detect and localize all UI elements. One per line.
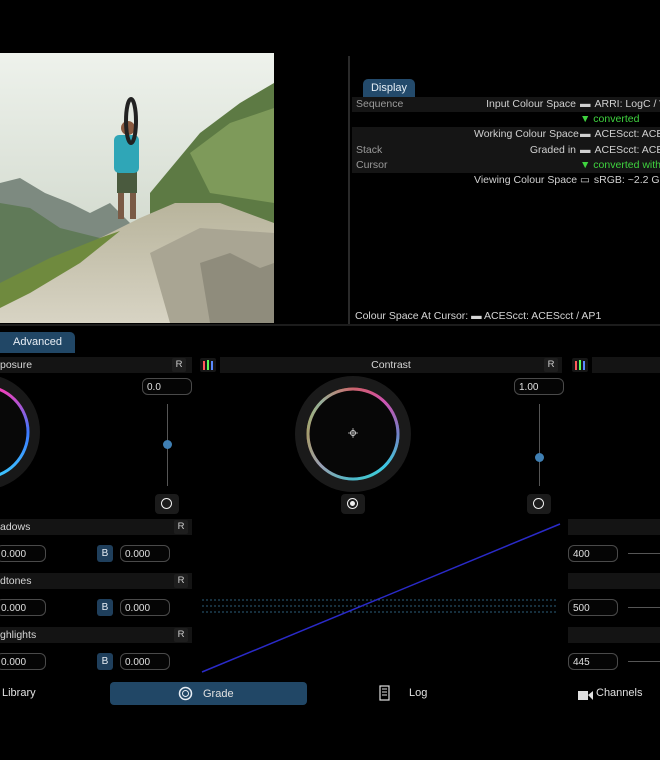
info-row: Viewing Colour Space ▭ sRGB: ~2.2 Ga: [474, 173, 660, 186]
shadows-reset-button[interactable]: R: [174, 520, 188, 534]
tab-advanced[interactable]: Advanced: [0, 332, 75, 353]
highlights-right-header: [568, 627, 660, 643]
camera-icon: ▬: [471, 310, 482, 322]
info-row: Cursor ▼ converted with: [352, 157, 660, 173]
midtones-reset-button[interactable]: R: [174, 574, 188, 588]
viewer-image[interactable]: [0, 53, 274, 323]
midtones-right-field[interactable]: 500: [568, 599, 618, 616]
highlights-b-label: B: [97, 653, 113, 670]
midtones-value-field[interactable]: 0.000: [0, 599, 46, 616]
colour-space-info: Sequence Input Colour Space ▬ ARRI: LogC /…: [352, 97, 660, 188]
contrast-value-field[interactable]: 1.00: [514, 378, 564, 395]
highlights-b-field[interactable]: 0.000: [120, 653, 170, 670]
exposure-wheel[interactable]: [0, 376, 60, 496]
exposure-value-field[interactable]: 0.0: [142, 378, 192, 395]
nav-channels[interactable]: Channels: [596, 680, 642, 706]
info-row: Sequence Input Colour Space ▬ ARRI: LogC /…: [352, 97, 660, 113]
tab-display[interactable]: Display: [363, 79, 415, 97]
midtones-b-field[interactable]: 0.000: [120, 599, 170, 616]
highlights-reset-button[interactable]: R: [174, 628, 188, 642]
contrast-header: Contrast: [220, 357, 562, 373]
highlights-right-field[interactable]: 445: [568, 653, 618, 670]
exposure-header: posure: [0, 357, 192, 373]
shadows-right-header: [568, 519, 660, 535]
highlights-header: ghlights: [0, 627, 192, 643]
video-camera-icon: [578, 688, 593, 700]
right-panel-header: [592, 357, 660, 373]
shadows-right-field[interactable]: 400: [568, 545, 618, 562]
shadows-right-slider[interactable]: [628, 553, 660, 554]
sliders-icon[interactable]: [200, 358, 216, 372]
bottom-nav: [0, 680, 660, 708]
midtones-b-label: B: [97, 599, 113, 616]
sliders-icon[interactable]: [572, 358, 588, 372]
tone-curve-graph[interactable]: [200, 520, 562, 676]
grade-wheel-icon: [178, 686, 193, 701]
exposure-reset-button[interactable]: R: [172, 358, 186, 372]
camera-icon: ▬: [580, 128, 591, 141]
contrast-slider-track[interactable]: [539, 404, 540, 486]
camera-icon: ▬: [580, 98, 591, 110]
log-icon: [378, 685, 391, 701]
top-bar: [0, 0, 660, 52]
exposure-slider-knob[interactable]: [163, 440, 172, 449]
contrast-pivot-button[interactable]: [341, 494, 365, 514]
contrast-circle-button[interactable]: [527, 494, 551, 514]
camera-icon: ▬: [580, 143, 591, 156]
highlights-value-field[interactable]: 0.000: [0, 653, 46, 670]
info-row: Working Colour Space▬ ACEScct: ACE: [352, 127, 660, 143]
cursor-colour-space: Colour Space At Cursor: ▬ ACEScct: ACESc…: [355, 310, 602, 322]
midtones-right-slider[interactable]: [628, 607, 660, 608]
shadows-b-field[interactable]: 0.000: [120, 545, 170, 562]
nav-grade-label: Grade: [203, 688, 234, 700]
contrast-reset-button[interactable]: R: [544, 358, 558, 372]
contrast-wheel[interactable]: [294, 375, 412, 493]
highlights-right-slider[interactable]: [628, 661, 660, 662]
nav-library[interactable]: Library: [2, 680, 36, 706]
shadows-header: adows: [0, 519, 192, 535]
panel-divider-horizontal[interactable]: [0, 324, 660, 326]
shadows-value-field[interactable]: 0.000: [0, 545, 46, 562]
monitor-icon: ▭: [580, 173, 590, 186]
shadows-b-label: B: [97, 545, 113, 562]
info-row: ▼ converted: [580, 113, 640, 126]
midtones-header: dtones: [0, 573, 192, 589]
midtones-right-header: [568, 573, 660, 589]
contrast-slider-knob[interactable]: [535, 453, 544, 462]
info-row: Stack Graded in ▬ ACEScct: ACE: [352, 142, 660, 158]
exposure-circle-button[interactable]: [155, 494, 179, 514]
nav-log[interactable]: Log: [409, 680, 427, 706]
panel-divider[interactable]: [348, 56, 350, 324]
